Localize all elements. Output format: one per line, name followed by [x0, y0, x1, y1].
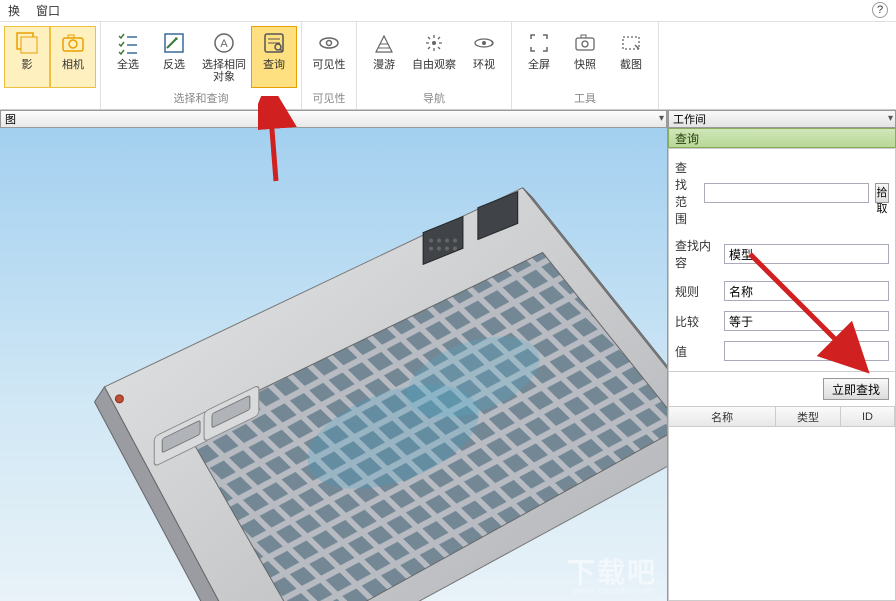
menu-item-window[interactable]: 窗口: [36, 2, 60, 19]
walk-icon: [370, 29, 398, 57]
annotation-arrow-2: [740, 244, 870, 374]
watermark-url: www.xiazaiba.com: [573, 586, 655, 597]
pick-button[interactable]: 拾取: [875, 183, 889, 203]
capture-button[interactable]: 截图: [608, 26, 654, 88]
result-table: 名称 类型 ID: [668, 406, 896, 601]
orbit-icon: [470, 29, 498, 57]
3d-model: [0, 128, 667, 601]
group-label: [4, 103, 96, 109]
shadow-button[interactable]: 影: [4, 26, 50, 88]
value-label: 值: [675, 343, 718, 360]
menu-item-swap[interactable]: 换: [8, 2, 20, 19]
select-same-icon: A: [210, 29, 238, 57]
rule-label: 规则: [675, 283, 718, 300]
content-label: 查找内容: [675, 237, 718, 271]
invert-icon: [160, 29, 188, 57]
invert-select-button[interactable]: 反选: [151, 26, 197, 88]
query-icon: [260, 29, 288, 57]
viewport-title-bar[interactable]: 图 ▾: [0, 110, 667, 128]
fullscreen-button[interactable]: 全屏: [516, 26, 562, 88]
eye-icon: [315, 29, 343, 57]
search-now-button[interactable]: 立即查找: [823, 378, 889, 400]
query-panel-subheader: 查询: [668, 128, 896, 148]
col-type[interactable]: 类型: [776, 407, 841, 426]
col-id[interactable]: ID: [841, 407, 895, 426]
3d-viewport[interactable]: 下载吧 www.xiazaiba.com: [0, 128, 667, 601]
orbit-button[interactable]: 环视: [461, 26, 507, 88]
fullscreen-icon: [525, 29, 553, 57]
select-same-button[interactable]: A 选择相同对象: [197, 26, 251, 88]
query-button[interactable]: 查询: [251, 26, 297, 88]
capture-icon: [617, 29, 645, 57]
dropdown-icon[interactable]: ▾: [659, 113, 664, 124]
help-icon[interactable]: ?: [872, 2, 888, 18]
camera-icon: [59, 29, 87, 57]
compare-label: 比较: [675, 313, 718, 330]
free-look-button[interactable]: 自由观察: [407, 26, 461, 88]
walk-button[interactable]: 漫游: [361, 26, 407, 88]
visibility-button[interactable]: 可见性: [306, 26, 352, 88]
snapshot-icon: [571, 29, 599, 57]
workspace-panel-header[interactable]: 工作间 ▾: [668, 110, 896, 128]
group-label: 工具: [516, 88, 654, 110]
panel-title: 工作间: [673, 111, 706, 127]
free-look-icon: [420, 29, 448, 57]
camera-button[interactable]: 相机: [50, 26, 96, 88]
scope-label: 查找范围: [675, 159, 698, 227]
select-all-button[interactable]: 全选: [105, 26, 151, 88]
svg-text:A: A: [220, 38, 228, 50]
scope-input[interactable]: [704, 183, 869, 203]
dropdown-icon[interactable]: ▾: [888, 113, 893, 124]
group-label: 可见性: [306, 88, 352, 110]
snapshot-button[interactable]: 快照: [562, 26, 608, 88]
shadow-icon: [13, 29, 41, 57]
col-name[interactable]: 名称: [669, 407, 776, 426]
annotation-arrow-1: [258, 96, 298, 186]
checklist-icon: [114, 29, 142, 57]
group-label: 导航: [361, 88, 507, 110]
viewport-title-text: 图: [5, 111, 16, 127]
